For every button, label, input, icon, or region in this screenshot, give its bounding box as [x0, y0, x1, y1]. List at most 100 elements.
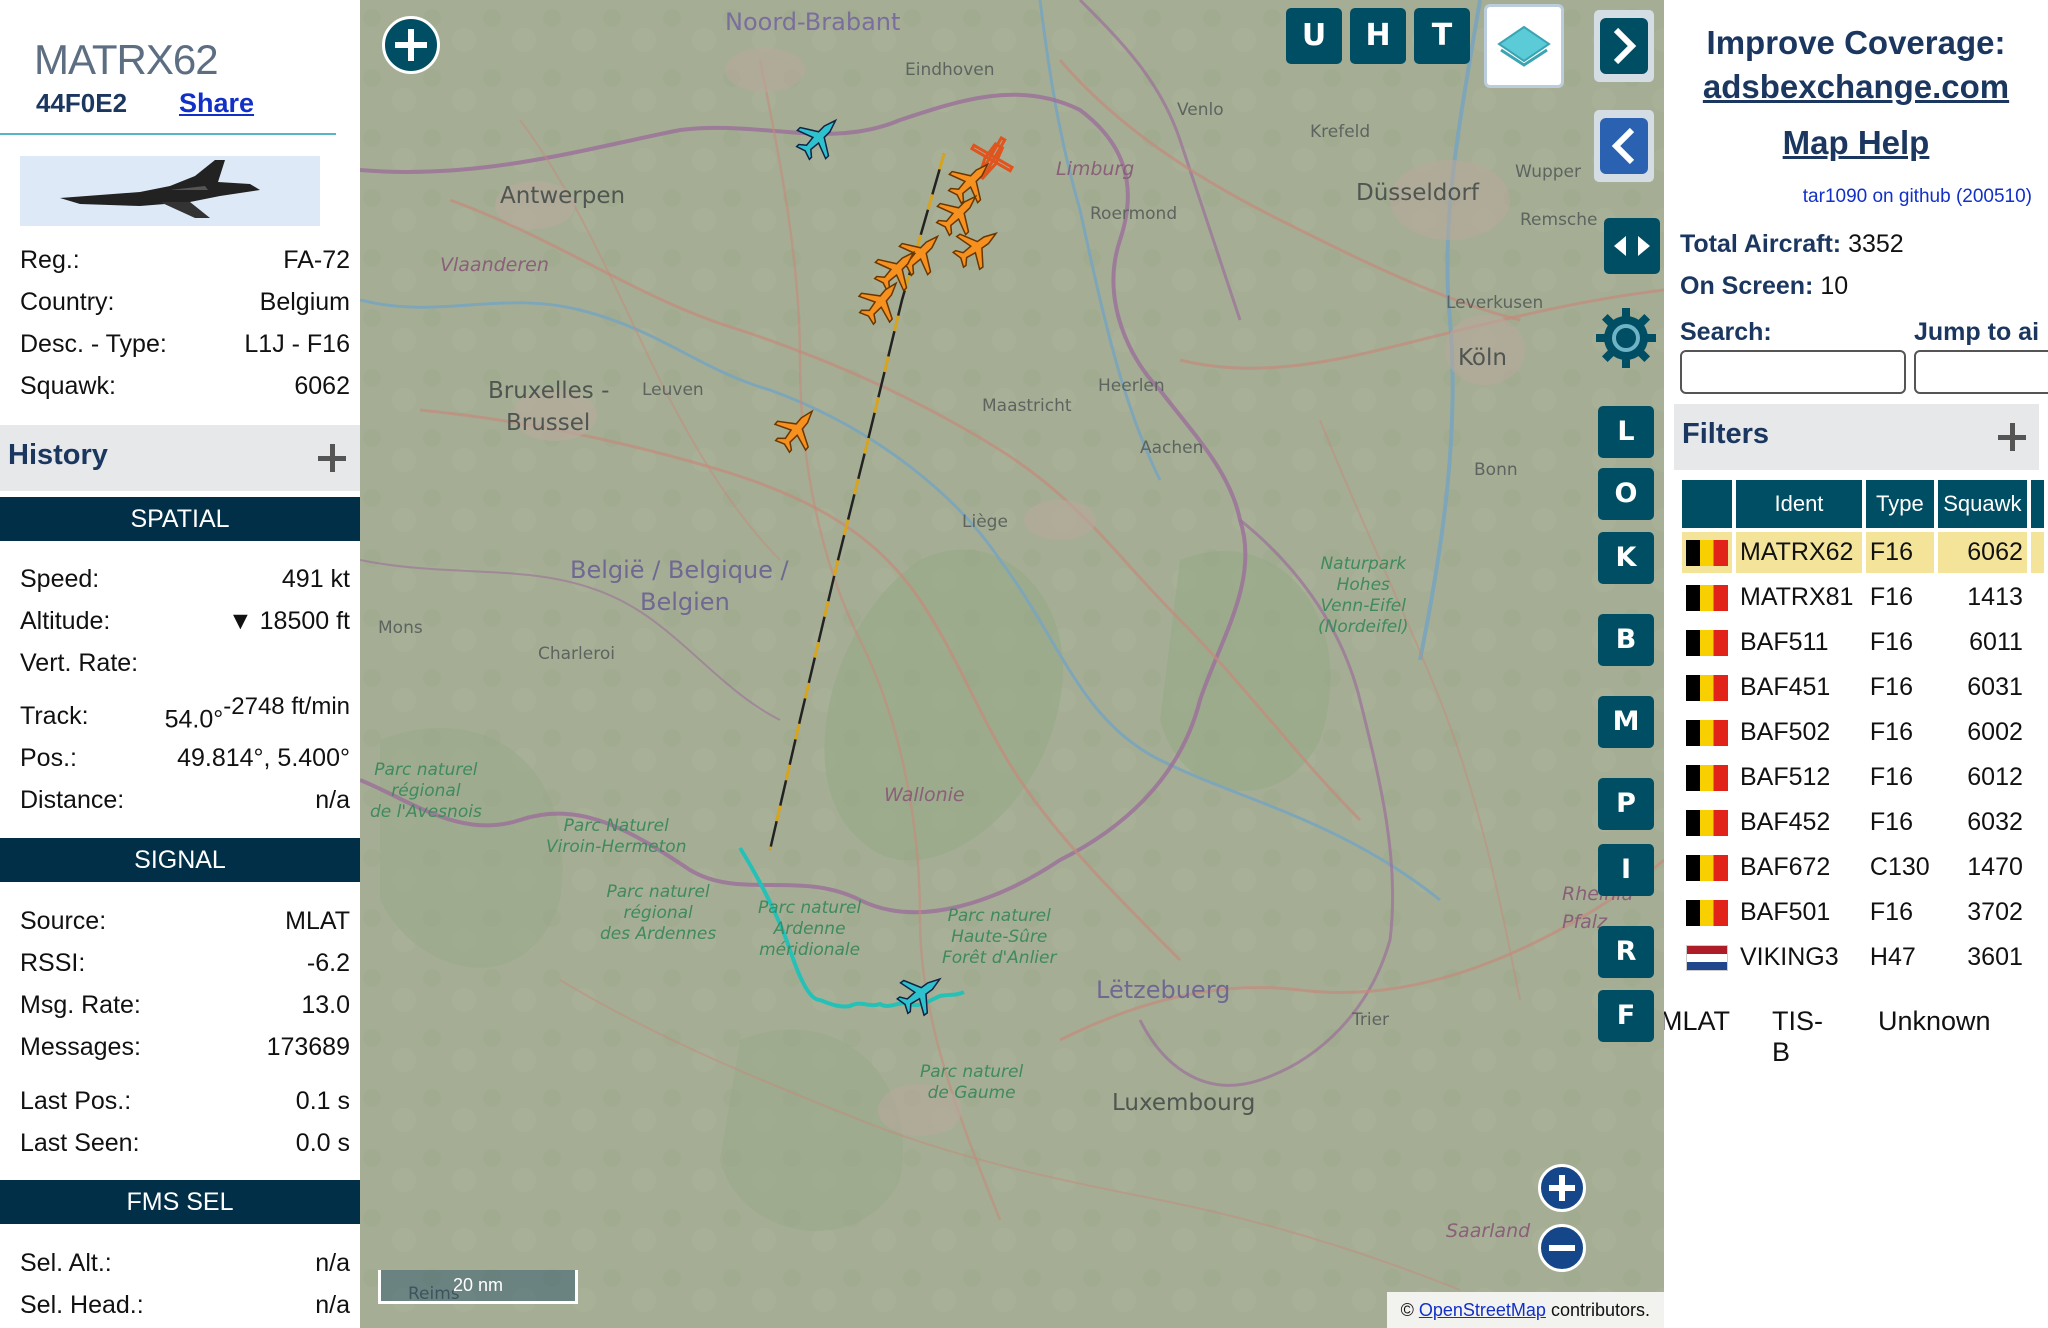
toggle-h-button[interactable]: H — [1350, 8, 1406, 64]
chevron-right-icon — [1600, 18, 1648, 74]
aircraft-marker-icon[interactable] — [788, 105, 851, 168]
squawk-cell: 6032 — [1967, 808, 2023, 836]
ident-cell: MATRX81 — [1740, 583, 1854, 611]
center-map-button[interactable] — [382, 16, 440, 74]
total-aircraft-value: 3352 — [1848, 230, 1904, 258]
table-row[interactable]: BAF502 F16 6002 — [1682, 712, 2044, 753]
on-screen-stat: On Screen: 10 — [1680, 272, 1848, 301]
type-cell: C130 — [1869, 853, 1930, 881]
search-label: Search: — [1680, 318, 1772, 346]
ident-cell: BAF672 — [1740, 853, 1831, 881]
spatial-row-speed: Speed: 491 kt — [20, 561, 350, 597]
type-cell: F16 — [1869, 718, 1913, 746]
collapse-sidebar-button[interactable] — [1594, 110, 1654, 182]
vert-rate-label: Vert. Rate: — [20, 648, 139, 677]
history-toggle[interactable]: History — [0, 425, 360, 491]
flag-cell — [1682, 892, 1732, 933]
toggle-t-button[interactable]: T — [1414, 8, 1470, 64]
squawk-cell: 1470 — [1967, 853, 2023, 881]
ident-cell: BAF452 — [1740, 808, 1831, 836]
legend-tisb-line1: TIS- — [1772, 1006, 1823, 1036]
table-row[interactable]: VIKING3 H47 3601 — [1682, 937, 2044, 978]
adsbexchange-link[interactable]: adsbexchange.com — [1664, 68, 2048, 106]
section-header-fms: FMS SEL — [0, 1180, 360, 1224]
altitude-label: Altitude: — [20, 606, 111, 635]
toggle-p-button[interactable]: P — [1598, 778, 1654, 830]
detail-label: Squawk: — [20, 371, 116, 400]
fms-row: Sel. Alt.: n/a — [20, 1245, 350, 1281]
aircraft-marker-icon[interactable] — [946, 216, 1009, 277]
history-label: History — [8, 439, 108, 471]
table-row[interactable]: MATRX62 F16 6062 — [1682, 532, 2044, 573]
toggle-r-button[interactable]: R — [1598, 926, 1654, 978]
toggle-m-button[interactable]: M — [1598, 696, 1654, 748]
extra-cell — [2031, 802, 2044, 843]
toggle-k-button[interactable]: K — [1598, 532, 1654, 584]
column-header-ident[interactable]: Ident — [1736, 480, 1862, 528]
filters-toggle[interactable]: Filters — [1674, 404, 2039, 470]
spatial-row-vert-rate: Vert. Rate: — [20, 645, 350, 681]
toggle-i-button[interactable]: I — [1598, 844, 1654, 896]
on-screen-label: On Screen: — [1680, 272, 1814, 300]
aircraft-marker-icon[interactable] — [766, 397, 829, 460]
detail-row-squawk: Squawk: 6062 — [20, 368, 350, 404]
flag-cell — [1682, 577, 1732, 618]
settings-button[interactable] — [1594, 306, 1658, 370]
table-row[interactable]: BAF511 F16 6011 — [1682, 622, 2044, 663]
extra-cell — [2031, 577, 2044, 618]
extra-cell — [2031, 622, 2044, 663]
toggle-f-button[interactable]: F — [1598, 990, 1654, 1042]
column-header-squawk[interactable]: Squawk — [1937, 480, 2027, 528]
signal-value: 13.0 — [301, 990, 350, 1019]
expand-sidebar-button[interactable] — [1594, 10, 1654, 82]
aircraft-photo — [20, 156, 320, 226]
type-cell: H47 — [1869, 943, 1916, 971]
table-row[interactable]: MATRX81 F16 1413 — [1682, 577, 2044, 618]
map-view[interactable]: Noord-Brabant Eindhoven Venlo Krefeld An… — [360, 0, 1664, 1328]
squawk-cell: 6062 — [1937, 532, 2027, 573]
country-flag-icon — [1686, 720, 1728, 747]
toggle-b-button[interactable]: B — [1598, 614, 1654, 666]
signal-value: 173689 — [266, 1032, 350, 1061]
table-row[interactable]: BAF501 F16 3702 — [1682, 892, 2044, 933]
improve-coverage-title: Improve Coverage: — [1706, 24, 2006, 61]
extra-cell — [2031, 847, 2044, 888]
search-input[interactable] — [1680, 350, 1906, 394]
column-header-flag[interactable] — [1682, 480, 1732, 528]
table-row[interactable]: BAF672 C130 1470 — [1682, 847, 2044, 888]
zoom-in-button[interactable] — [1538, 1164, 1586, 1212]
gear-icon — [1596, 308, 1656, 368]
table-row[interactable]: BAF451 F16 6031 — [1682, 667, 2044, 708]
country-flag-icon — [1686, 630, 1728, 657]
jump-to-airport-input[interactable] — [1914, 350, 2048, 394]
resize-panel-button[interactable] — [1604, 218, 1660, 274]
zoom-out-button[interactable] — [1538, 1224, 1586, 1272]
track-value: 54.0° — [164, 705, 224, 734]
column-header-type[interactable]: Type — [1865, 480, 1934, 528]
vert-rate-value: -2748 ft/min — [223, 693, 350, 721]
selected-aircraft-marker-icon[interactable] — [890, 962, 953, 1024]
ident-cell: VIKING3 — [1740, 943, 1839, 971]
resize-arrows-icon — [1614, 236, 1650, 256]
legend-mlat: MLAT — [1664, 1006, 1731, 1036]
toggle-u-button[interactable]: U — [1286, 8, 1342, 64]
share-link[interactable]: Share — [179, 88, 254, 119]
column-header-extra[interactable] — [2030, 480, 2044, 528]
signal-label: Last Seen: — [20, 1128, 140, 1157]
toggle-l-button[interactable]: L — [1598, 406, 1654, 458]
detail-value: 6062 — [294, 371, 350, 400]
country-flag-icon — [1686, 585, 1728, 612]
github-link[interactable]: tar1090 on github (200510) — [1803, 186, 2032, 208]
layers-button[interactable] — [1484, 4, 1564, 88]
extra-cell — [2031, 937, 2044, 978]
toggle-o-button[interactable]: O — [1598, 468, 1654, 520]
table-row[interactable]: BAF452 F16 6032 — [1682, 802, 2044, 843]
fms-row: Sel. Head.: n/a — [20, 1287, 350, 1323]
signal-label: Msg. Rate: — [20, 990, 141, 1019]
country-flag-icon — [1686, 945, 1728, 972]
scale-bar: 20 nm — [378, 1270, 578, 1304]
table-row[interactable]: BAF512 F16 6012 — [1682, 757, 2044, 798]
map-help-link[interactable]: Map Help — [1664, 124, 2048, 162]
aircraft-hex-code: 44F0E2 — [36, 88, 128, 118]
openstreetmap-link[interactable]: OpenStreetMap — [1419, 1300, 1546, 1320]
